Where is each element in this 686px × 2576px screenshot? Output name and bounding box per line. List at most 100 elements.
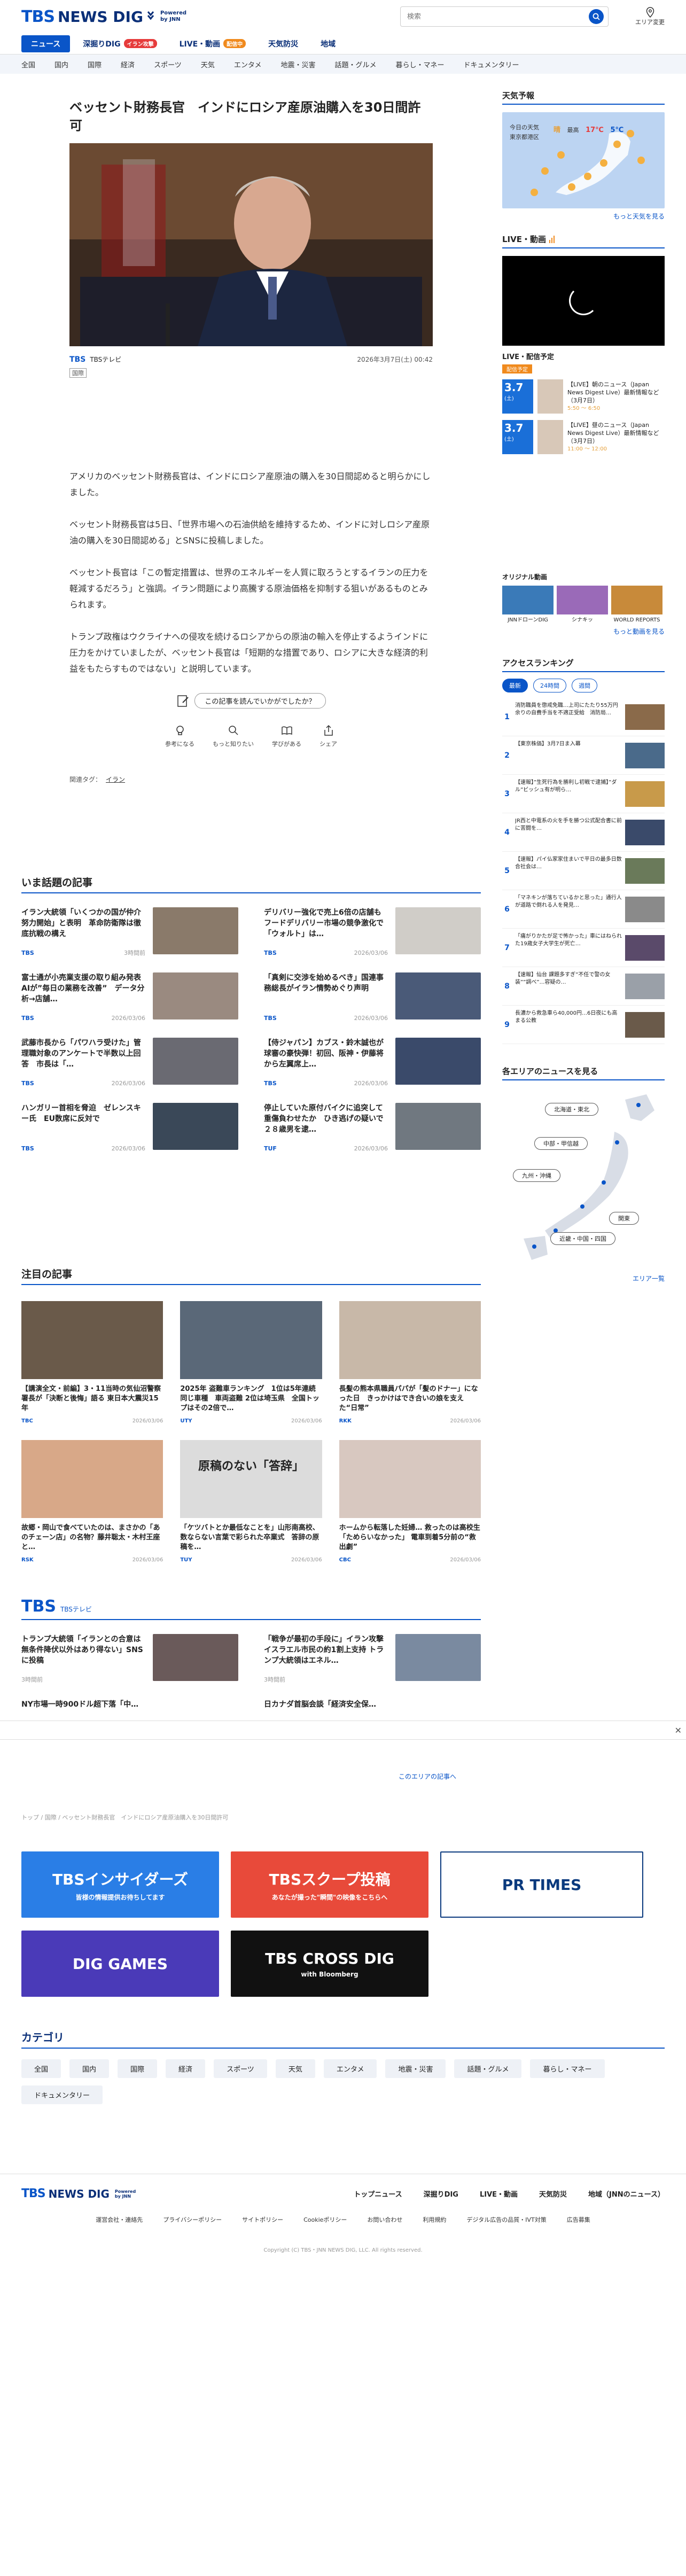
subnav-item[interactable]: スポーツ: [154, 59, 182, 69]
subnav-item[interactable]: 話題・グルメ: [334, 59, 376, 69]
area-button-chubu[interactable]: 中部・甲信越: [534, 1137, 588, 1150]
area-button-kinki[interactable]: 近畿・中国・四国: [550, 1232, 615, 1245]
category-item[interactable]: 地震・災害: [385, 2059, 446, 2078]
footer-main-link[interactable]: トップニュース: [354, 2189, 402, 2199]
topic-card[interactable]: ハンガリー首相を脅迫 ゼレンスキー氏 EU数席に反対で TBS 2026/03/06: [21, 1103, 238, 1154]
subnav-item[interactable]: 暮らし・マネー: [395, 59, 444, 69]
ranking-tab-latest[interactable]: 最新: [502, 679, 528, 692]
nav-dig[interactable]: 深掘りDIG イラン攻撃: [73, 35, 166, 52]
featured-card[interactable]: 原稿のない「答辞」 「ケツバトとか最低なことを」山形南高校、数ならない言葉で彩られ…: [180, 1440, 322, 1565]
ranking-item[interactable]: 7 「痛がりかたが足で怖かった」車にはねられた19歳女子大学生が死亡…: [502, 929, 665, 967]
category-item[interactable]: 暮らし・マネー: [530, 2059, 605, 2078]
footer-sub-link[interactable]: Cookieポリシー: [303, 2215, 347, 2224]
original-more-link[interactable]: もっと動画を見る: [502, 627, 665, 636]
ranking-item[interactable]: 5 【速報】パイ仏家家住まいで平日の最多日数合社会は…: [502, 852, 665, 890]
tbs-card[interactable]: トランプ大統領「イランとの合意は無条件降伏以外はあり得ない」SNSに投稿 3時間前: [21, 1634, 238, 1685]
featured-card[interactable]: ホームから転落した妊婦… 救ったのは高校生「ためらいなかった」 電車到着5分前の…: [339, 1440, 481, 1565]
topic-card[interactable]: イラン大統領「いくつかの国が仲介努力開始」と表明 革命防衛隊は徹底抗戦の構え TB…: [21, 907, 238, 959]
featured-card[interactable]: 2025年 盗難車ランキング 1位は5年連続同じ車種 車両盗難 2位は埼玉県 全…: [180, 1301, 322, 1426]
original-video-item[interactable]: WORLD REPORTS: [611, 586, 662, 624]
search-button[interactable]: [589, 9, 604, 24]
site-logo[interactable]: TBS NEWS DIG Powered by JNN: [21, 7, 186, 26]
footer-sub-link[interactable]: お問い合わせ: [367, 2215, 402, 2224]
featured-card[interactable]: 故郷・岡山で食べていたのは、まさかの「あのチェーン店」の名物？藤井聡太・木村王座…: [21, 1440, 163, 1565]
close-icon[interactable]: ✕: [675, 1725, 682, 1736]
article-category-tag[interactable]: 国際: [69, 368, 87, 378]
topic-card[interactable]: 停止していた原付バイクに追突して重傷負わせたか ひき逃げの疑いで２８歳男を逮… T…: [264, 1103, 481, 1154]
ranking-item[interactable]: 8 【速報】仙台 課題多すぎ”不任で警の女装””調べ”…容疑の…: [502, 967, 665, 1006]
ranking-item[interactable]: 3 【速報】”生死行為を勝利し初戦で逮捕】”ダル”ビッシュ有が明ら…: [502, 775, 665, 813]
schedule-item[interactable]: 3.7 (土) 【LIVE】朝のニュース（Japan News Digest Liv…: [502, 379, 665, 414]
banner-link[interactable]: TBSスクープ投稿 あなたが撮った"瞬間"の映像をこちらへ: [231, 1851, 428, 1918]
weather-widget[interactable]: 今日の天気 東京都港区 晴 最高 17℃ 5℃: [502, 112, 665, 208]
banner-link[interactable]: DIG GAMES: [21, 1931, 219, 1997]
nav-region[interactable]: 地域: [311, 35, 345, 52]
category-item[interactable]: 全国: [21, 2059, 61, 2078]
subnav-item[interactable]: エンタメ: [234, 59, 262, 69]
subnav-item[interactable]: 全国: [21, 59, 35, 69]
area-change-button[interactable]: エリア変更: [635, 7, 665, 26]
ranking-item[interactable]: 4 JR西と中電系の火を手を勝つ公式配合書に前に苦闘を…: [502, 813, 665, 852]
footer-sub-link[interactable]: サイトポリシー: [242, 2215, 283, 2224]
learned-button[interactable]: 学びがある: [272, 725, 301, 748]
category-item[interactable]: ドキュメンタリー: [21, 2085, 103, 2104]
area-button-kanto[interactable]: 関東: [609, 1212, 639, 1225]
category-item[interactable]: 天気: [275, 2059, 315, 2078]
footer-sub-link[interactable]: デジタル広告の品質・IVT対策: [466, 2215, 546, 2224]
ranking-item[interactable]: 2 【東京株価】3月7日ま入幕: [502, 736, 665, 775]
topic-card[interactable]: 武藤市長から「パワハラ受けた」管理職対象のアンケートで半数以上回答 市長は「… T…: [21, 1038, 238, 1089]
footer-sub-link[interactable]: プライバシーポリシー: [163, 2215, 222, 2224]
share-button[interactable]: シェア: [319, 725, 337, 748]
banner-link[interactable]: TBS CROSS DIG with Bloomberg: [231, 1931, 428, 1997]
ranking-tab-week[interactable]: 週間: [572, 679, 597, 692]
tbs-card[interactable]: 日カナダ首脳会談「経済安全保…: [264, 1699, 481, 1715]
footer-main-link[interactable]: LIVE・動画: [480, 2189, 518, 2199]
topic-card[interactable]: デリバリー強化で売上6倍の店舗も フードデリバリー市場の競争激化で「ウォルト」は…: [264, 907, 481, 959]
area-button-kyushu[interactable]: 九州・沖縄: [513, 1169, 560, 1182]
topic-card[interactable]: 富士通が小売業支援の取り組み発表 AIが”毎日の業務を改善” データ分析→店舗……: [21, 972, 238, 1024]
category-item[interactable]: エンタメ: [323, 2059, 377, 2078]
live-player[interactable]: [502, 256, 665, 346]
subnav-item[interactable]: 国内: [54, 59, 68, 69]
nav-live[interactable]: LIVE・動画 配信中: [170, 35, 256, 52]
tag-link[interactable]: イラン: [106, 776, 125, 783]
ranking-item[interactable]: 9 長濃から救急車ら40,000円…6日夜にも高まる公教: [502, 1006, 665, 1044]
ranking-item[interactable]: 6 「マネキンが落ちているかと思った」通行人が道路で倒れる人を発見…: [502, 890, 665, 929]
footer-main-link[interactable]: 深掘りDIG: [424, 2189, 458, 2199]
footer-main-link[interactable]: 天気防災: [539, 2189, 567, 2199]
tbs-card[interactable]: 「戦争が最初の手段に」イラン攻撃イスラエル市民の約1割上支持 トランプ大統領はエ…: [264, 1634, 481, 1685]
footer-sub-link[interactable]: 広告募集: [567, 2215, 590, 2224]
category-item[interactable]: 話題・グルメ: [454, 2059, 522, 2078]
footer-logo[interactable]: TBS NEWS DIG Powered by JNN: [21, 2187, 136, 2200]
featured-card[interactable]: 【講演全文・前編】3・11当時の気仙沼警察署長が「決断と後悔」語る 東日本大震災…: [21, 1301, 163, 1426]
schedule-item[interactable]: 3.7 (土) 【LIVE】昼のニュース（Japan News Digest Liv…: [502, 419, 665, 455]
category-item[interactable]: スポーツ: [214, 2059, 267, 2078]
tbs-card[interactable]: NY市場一時900ドル超下落「中…: [21, 1699, 238, 1715]
category-item[interactable]: 国内: [69, 2059, 110, 2078]
topic-card[interactable]: 【侍ジャパン】カブス・鈴木誠也が球審の豪快弾！初回、阪神・伊藤将から左翼席上… T…: [264, 1038, 481, 1089]
topic-card[interactable]: 「真剣に交渉を始めるべき」国連事務総長がイラン情勢めぐり声明 TBS 2026/03…: [264, 972, 481, 1024]
category-item[interactable]: 経済: [166, 2059, 206, 2078]
nav-weather[interactable]: 天気防災: [259, 35, 308, 52]
ranking-tab-24h[interactable]: 24時間: [533, 679, 566, 692]
footer-main-link[interactable]: 地域（JNNのニュース）: [588, 2189, 665, 2199]
subnav-item[interactable]: 天気: [201, 59, 215, 69]
category-item[interactable]: 国際: [118, 2059, 158, 2078]
original-video-item[interactable]: JNNドローンDIG: [502, 586, 554, 624]
footer-sub-link[interactable]: 利用規約: [423, 2215, 446, 2224]
ranking-item[interactable]: 1 消防職員を懲戒免職…上司にたたり55万円余りの自費手当を不適正受給 消防局…: [502, 698, 665, 736]
footer-sub-link[interactable]: 運営会社・連絡先: [96, 2215, 143, 2224]
banner-link[interactable]: TBSインサイダーズ 皆様の情報提供お待ちしてます: [21, 1851, 219, 1918]
area-button-hokkaido-tohoku[interactable]: 北海道・東北: [545, 1103, 598, 1116]
weather-more-link[interactable]: もっと天気を見る: [502, 212, 665, 221]
original-video-item[interactable]: シナキッ: [557, 586, 608, 624]
nav-news[interactable]: ニュース: [21, 35, 71, 52]
area-list-link[interactable]: エリア一覧: [502, 1274, 665, 1283]
subnav-item[interactable]: 国際: [88, 59, 102, 69]
subnav-item[interactable]: 地震・災害: [280, 59, 315, 69]
area-news-more-link[interactable]: このエリアの記事へ: [21, 1772, 665, 1781]
featured-card[interactable]: 長髪の熊本県職員パパが「髪のドナー」になった日 きっかけはでき合いの娘を支えた“…: [339, 1301, 481, 1426]
learn-more-button[interactable]: もっと知りたい: [213, 725, 254, 748]
subnav-item[interactable]: 経済: [121, 59, 135, 69]
subnav-item[interactable]: ドキュメンタリー: [464, 59, 519, 69]
